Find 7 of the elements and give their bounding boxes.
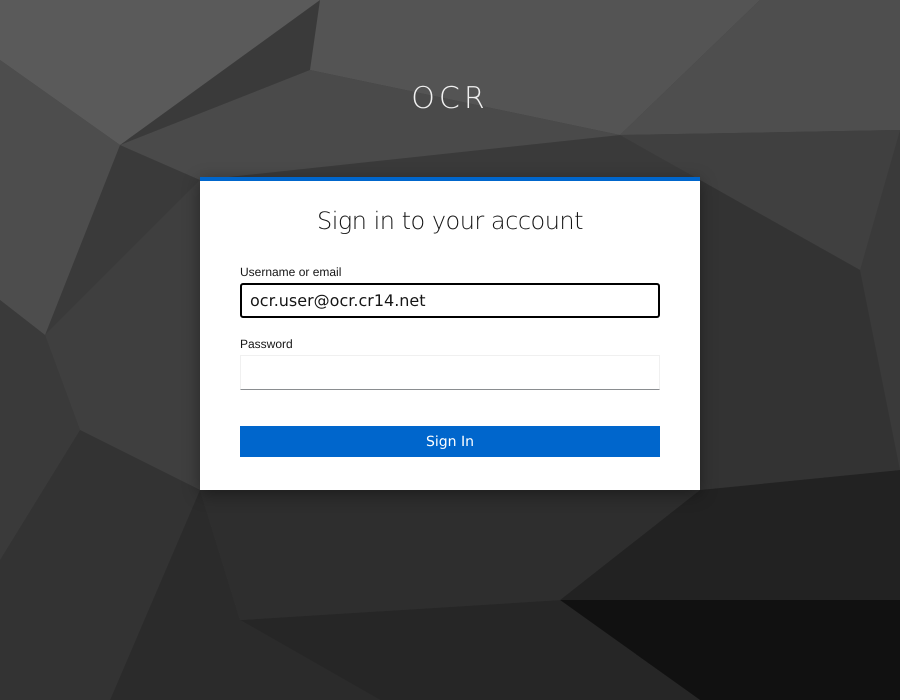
field-label: Password [240,337,294,351]
brand-title: OCR [411,80,489,118]
card-title: Sign in to your account [316,207,584,235]
input-field[interactable]: ocr.user@ocr.cr14.net [240,283,660,318]
sign-in-button[interactable]: Sign In [240,426,660,457]
input-field[interactable] [240,355,660,390]
field-label: Username or email [240,265,342,279]
